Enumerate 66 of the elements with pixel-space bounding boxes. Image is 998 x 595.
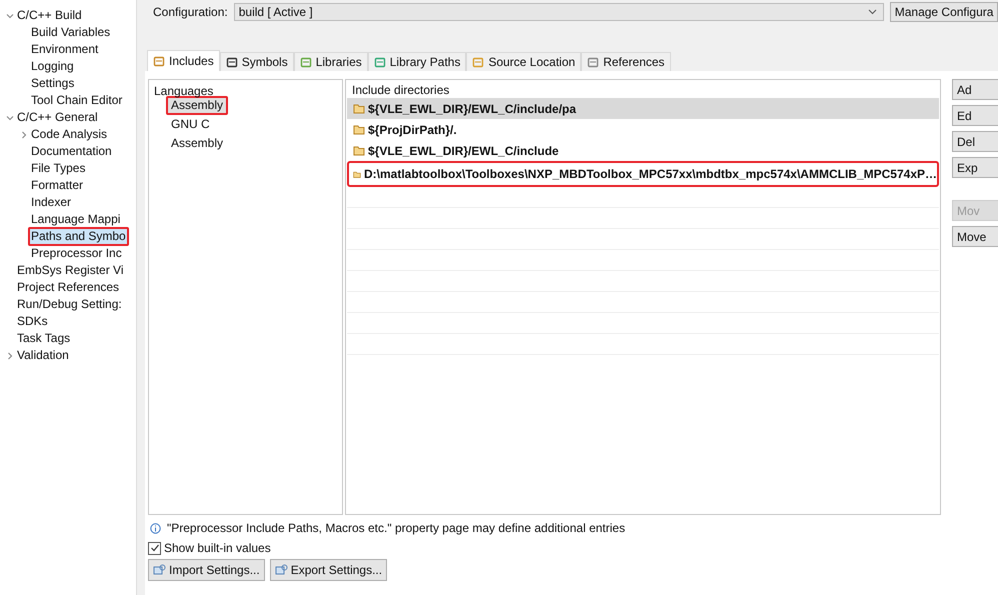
include-path-row[interactable]: ${VLE_EWL_DIR}/EWL_C/include <box>347 140 939 161</box>
tree-item[interactable]: Task Tags <box>14 329 74 348</box>
folder-icon <box>353 124 365 135</box>
tree-item[interactable]: Paths and Symbo <box>28 227 129 246</box>
tab-icon <box>587 56 600 68</box>
tab[interactable]: Symbols <box>220 52 294 71</box>
tree-item[interactable]: Logging <box>28 57 77 76</box>
language-item[interactable]: GNU C <box>166 115 215 134</box>
include-path-row[interactable]: D:\matlabtoolbox\Toolboxes\NXP_MBDToolbox_MPC57xx\mbdtbx_mpc574x\AMMCLIB_MPC574xP… <box>347 161 939 187</box>
settings-button[interactable]: Import Settings... <box>148 559 265 581</box>
tab-icon <box>153 55 165 67</box>
tab-icon <box>374 56 386 68</box>
tree-item[interactable]: Environment <box>28 40 102 59</box>
expander-icon[interactable] <box>6 114 14 122</box>
tab-icon <box>300 56 312 68</box>
tree-item[interactable]: Language Mappi <box>28 210 124 229</box>
manage-configurations-button[interactable]: Manage Configura <box>890 2 998 22</box>
tree-item[interactable]: Documentation <box>28 142 115 161</box>
tree-item[interactable]: C/C++ General <box>14 108 101 127</box>
dropdown-caret-icon <box>868 9 877 15</box>
tree-item[interactable]: Preprocessor Inc <box>28 244 125 263</box>
language-item[interactable]: Assembly <box>166 134 228 153</box>
tab[interactable]: Includes <box>147 50 220 71</box>
info-icon <box>150 522 161 534</box>
include-path-row[interactable]: ${VLE_EWL_DIR}/EWL_C/include/pa <box>347 98 939 119</box>
tree-item[interactable]: Settings <box>28 74 78 93</box>
configuration-dropdown[interactable]: build [ Active ] <box>234 3 884 21</box>
tree-item[interactable]: Build Variables <box>28 23 114 42</box>
tab[interactable]: Source Location <box>466 52 582 71</box>
tree-item[interactable]: File Types <box>28 159 88 178</box>
folder-icon <box>353 145 365 156</box>
tree-item[interactable]: Run/Debug Setting: <box>14 295 125 314</box>
side-button[interactable]: Move <box>952 226 998 247</box>
tab[interactable]: Libraries <box>294 52 368 71</box>
expander-icon[interactable] <box>20 130 28 138</box>
settings-file-icon <box>274 564 288 576</box>
expander-icon[interactable] <box>6 12 14 20</box>
side-button[interactable]: Del <box>952 131 998 152</box>
tree-item[interactable]: Validation <box>14 346 72 365</box>
tree-item[interactable]: EmbSys Register Vi <box>14 261 126 280</box>
tab-icon <box>226 56 238 68</box>
side-button[interactable]: Ad <box>952 79 998 100</box>
settings-file-icon <box>153 564 166 576</box>
folder-icon <box>353 103 365 114</box>
tree-item[interactable]: SDKs <box>14 312 51 331</box>
column-header: Include directories <box>351 83 450 98</box>
configuration-label: Configuration: <box>153 5 228 19</box>
tree-item[interactable]: Formatter <box>28 176 86 195</box>
tab[interactable]: References <box>581 52 671 71</box>
tree-item[interactable]: Project References <box>14 278 122 297</box>
tree-item[interactable]: C/C++ Build <box>14 6 85 25</box>
list-header: Languages <box>154 84 214 98</box>
tree-item[interactable]: Indexer <box>28 193 74 212</box>
tab-icon <box>472 56 484 68</box>
tree-item[interactable]: Tool Chain Editor <box>28 91 126 110</box>
side-button[interactable]: Exp <box>952 157 998 178</box>
tree-item[interactable]: Code Analysis <box>28 125 110 144</box>
checkbox-label: Show built-in values <box>164 541 271 555</box>
checkbox[interactable] <box>148 542 161 554</box>
tab[interactable]: Library Paths <box>368 52 466 71</box>
side-button[interactable]: Ed <box>952 105 998 126</box>
settings-button[interactable]: Export Settings... <box>270 559 388 581</box>
include-path-row[interactable]: ${ProjDirPath}/. <box>347 119 939 140</box>
expander-icon[interactable] <box>6 352 14 360</box>
info-message: "Preprocessor Include Paths, Macros etc." property page may define additional entries <box>167 521 626 535</box>
language-item[interactable]: Assembly <box>166 96 228 115</box>
